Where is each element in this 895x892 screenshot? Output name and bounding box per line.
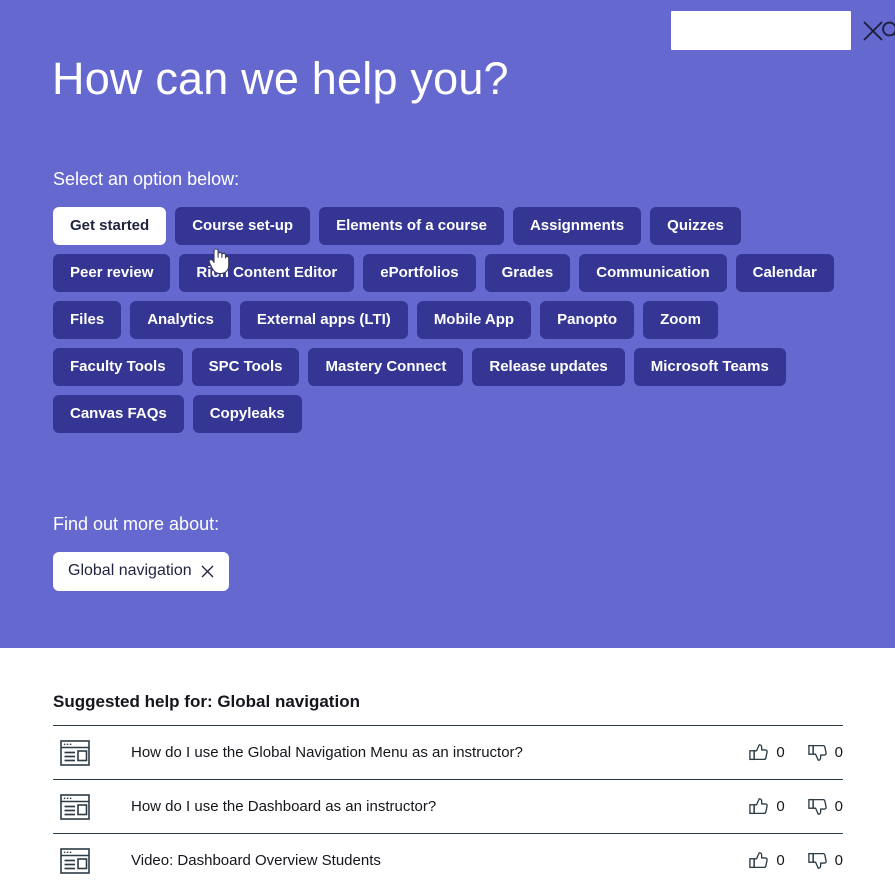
option-chip-eportfolios[interactable]: ePortfolios: [363, 254, 476, 292]
list-item-title: How do I use the Dashboard as an instruc…: [131, 798, 437, 815]
search-input[interactable]: [679, 11, 878, 50]
option-chip-communication[interactable]: Communication: [579, 254, 727, 292]
thumbs-down-icon: [807, 798, 827, 815]
option-chip-microsoft-teams[interactable]: Microsoft Teams: [633, 348, 786, 386]
option-chip-files[interactable]: Files: [53, 301, 122, 339]
selected-tag-list: Global navigation: [53, 552, 229, 591]
hero-panel: How can we help you? Select an option be…: [0, 0, 895, 648]
suggested-help-title: Suggested help for: Global navigation: [53, 692, 360, 711]
find-out-more-label: Find out more about:: [53, 514, 220, 534]
option-chip-quizzes[interactable]: Quizzes: [650, 207, 741, 245]
thumbs-up-icon: [749, 852, 769, 869]
option-chip-elements-of-a-course[interactable]: Elements of a course: [319, 207, 504, 245]
option-chip-spc-tools[interactable]: SPC Tools: [191, 348, 300, 386]
page-title: How can we help you?: [52, 53, 509, 104]
suggested-help-list: How do I use the Global Navigation Menu …: [53, 725, 843, 887]
list-item[interactable]: Video: Dashboard Overview Students 0 0: [53, 833, 843, 887]
thumbs-down-icon: [807, 744, 827, 761]
thumbs-down-count: 0: [834, 744, 843, 761]
thumbs-down-count: 0: [834, 852, 843, 869]
option-chip-canvas-faqs[interactable]: Canvas FAQs: [53, 395, 184, 433]
select-option-label: Select an option below:: [53, 169, 240, 189]
option-chip-course-set-up[interactable]: Course set-up: [175, 207, 311, 245]
article-page-icon: [57, 793, 93, 820]
search-row: [671, 11, 895, 50]
list-item[interactable]: How do I use the Dashboard as an instruc…: [53, 779, 843, 833]
selected-tag-label: Global navigation: [68, 562, 192, 579]
help-tray: How can we help you? Select an option be…: [0, 0, 895, 892]
list-item-title: How do I use the Global Navigation Menu …: [131, 744, 523, 761]
thumbs-up-count: 0: [776, 852, 785, 869]
article-page-icon: [57, 847, 93, 874]
option-chip-copyleaks[interactable]: Copyleaks: [192, 395, 302, 433]
article-page-icon: [57, 739, 93, 766]
close-icon: [201, 565, 214, 577]
thumbs-down-icon: [807, 852, 827, 869]
option-chip-rich-content-editor[interactable]: Rich Content Editor: [179, 254, 355, 292]
thumbs-up-button[interactable]: 0: [748, 796, 785, 817]
option-chip-release-updates[interactable]: Release updates: [472, 348, 625, 386]
option-chip-faculty-tools[interactable]: Faculty Tools: [53, 348, 183, 386]
option-chip-panopto[interactable]: Panopto: [540, 301, 635, 339]
list-item[interactable]: How do I use the Global Navigation Menu …: [53, 725, 843, 779]
thumbs-up-icon: [749, 798, 769, 815]
option-chip-get-started[interactable]: Get started: [53, 207, 167, 245]
option-chip-assignments[interactable]: Assignments: [512, 207, 642, 245]
thumbs-up-button[interactable]: 0: [748, 850, 785, 871]
thumbs-up-count: 0: [776, 744, 785, 761]
option-chip-list: Get started Course set-up Elements of a …: [53, 207, 843, 433]
thumbs-down-button[interactable]: 0: [807, 742, 843, 763]
thumbs-down-button[interactable]: 0: [807, 796, 843, 817]
thumbs-down-button[interactable]: 0: [807, 850, 843, 871]
option-chip-external-apps-lti[interactable]: External apps (LTI): [239, 301, 408, 339]
thumbs-up-count: 0: [776, 798, 785, 815]
search-icon[interactable]: [878, 18, 895, 44]
option-chip-grades[interactable]: Grades: [484, 254, 571, 292]
selected-tag-global-navigation[interactable]: Global navigation: [53, 552, 229, 591]
option-chip-zoom[interactable]: Zoom: [643, 301, 718, 339]
option-chip-analytics[interactable]: Analytics: [130, 301, 231, 339]
option-chip-mobile-app[interactable]: Mobile App: [416, 301, 532, 339]
thumbs-up-icon: [749, 744, 769, 761]
remove-tag-button[interactable]: [201, 565, 214, 578]
search-box[interactable]: [671, 11, 895, 50]
option-chip-peer-review[interactable]: Peer review: [53, 254, 171, 292]
option-chip-calendar[interactable]: Calendar: [735, 254, 834, 292]
thumbs-down-count: 0: [834, 798, 843, 815]
thumbs-up-button[interactable]: 0: [748, 742, 785, 763]
list-item-title: Video: Dashboard Overview Students: [131, 852, 381, 869]
option-chip-mastery-connect[interactable]: Mastery Connect: [308, 348, 464, 386]
